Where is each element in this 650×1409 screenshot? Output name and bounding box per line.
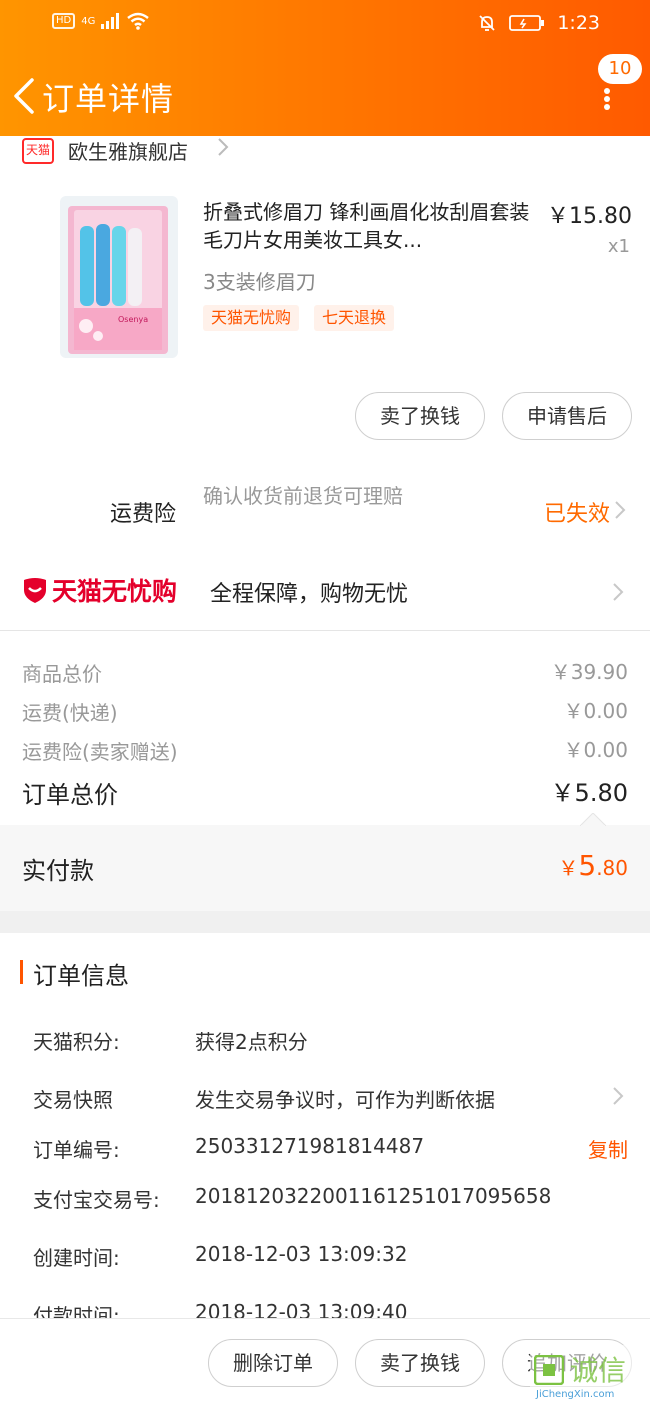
brand-label: Osenya (118, 315, 148, 324)
goods-total-label: 商品总价 (22, 662, 102, 686)
snapshot-label[interactable]: 交易快照 (33, 1084, 113, 1113)
worry-free-desc: 全程保障，购物无忧 (210, 582, 409, 607)
chevron-right-icon[interactable] (610, 1084, 626, 1108)
worry-free-row[interactable]: 天猫无忧购 全程保障，购物无忧 (0, 570, 650, 616)
points-value: 获得2点积分 (195, 1030, 308, 1054)
tmall-badge: 天猫 (22, 138, 54, 164)
order-total-label: 订单总价 (22, 781, 118, 809)
freight-insurance-status[interactable]: 已失效 (544, 496, 610, 528)
product-variant: 3支装修眉刀 (203, 270, 316, 294)
delete-order-button[interactable]: 删除订单 (208, 1339, 338, 1387)
tag-seven-day-return: 七天退换 (314, 305, 395, 331)
alipay-number-label: 支付宝交易号: (33, 1188, 160, 1212)
shop-row[interactable]: 天猫 欧生雅旗舰店 (0, 136, 650, 172)
goods-total-value: ￥39.90 (550, 660, 628, 684)
product-title[interactable]: 折叠式修眉刀 锋利画眉化妆刮眉套装毛刀片女用美妆工具女... (203, 198, 533, 254)
points-label: 天猫积分: (33, 1030, 120, 1054)
watermark: 诚信 JiChengXin.com (530, 1345, 650, 1409)
razor-pack-illustration: Osenya (68, 206, 168, 354)
nav-bar: 订单详情 10 (0, 54, 650, 130)
watermark-text: 诚信 (570, 1354, 627, 1387)
paid-value: ￥5.80 (558, 849, 628, 882)
page-title: 订单详情 (42, 80, 175, 118)
worry-free-name: 天猫无忧购 (52, 577, 178, 606)
paid-amount-box: 实付款 ￥5.80 (0, 813, 650, 911)
order-number-label: 订单编号: (33, 1138, 120, 1162)
pointer-triangle (580, 813, 606, 826)
clock: 1:23 (557, 12, 600, 34)
more-menu-icon[interactable] (604, 88, 612, 110)
section-separator (0, 911, 650, 933)
created-time-label: 创建时间: (33, 1246, 120, 1270)
copy-button[interactable]: 复制 (588, 1134, 628, 1163)
after-sale-button[interactable]: 申请售后 (502, 392, 632, 440)
product-price: ￥15.80 (547, 204, 632, 229)
status-left: HD 4G (52, 12, 150, 30)
insurance-fee-label: 运费险(卖家赠送) (22, 740, 178, 764)
freight-value: ￥0.00 (563, 699, 628, 723)
watermark-logo-icon (534, 1355, 564, 1385)
signal-icon (101, 13, 120, 29)
order-info-title: 订单信息 (33, 962, 129, 990)
sell-for-cash-button[interactable]: 卖了换钱 (355, 1339, 485, 1387)
sell-for-cash-button[interactable]: 卖了换钱 (355, 392, 485, 440)
section-accent-bar (20, 960, 23, 984)
back-arrow-icon[interactable] (10, 76, 40, 116)
snapshot-value[interactable]: 发生交易争议时，可作为判断依据 (195, 1084, 495, 1113)
paid-currency: ￥ (558, 856, 579, 880)
paid-decimal: .80 (596, 856, 628, 880)
message-count-badge[interactable]: 10 (598, 54, 642, 84)
status-bar: HD 4G 1:23 (0, 0, 650, 50)
paid-integer: 5 (578, 849, 597, 882)
chevron-right-icon (218, 138, 229, 156)
freight-insurance-desc: 确认收货前退货可理赔 (203, 484, 403, 508)
status-right: 1:23 (477, 12, 600, 34)
created-time-value: 2018-12-03 13:09:32 (195, 1242, 408, 1266)
network-label: 4G (81, 15, 96, 27)
freight-label: 运费(快递) (22, 701, 118, 725)
product-image[interactable]: Osenya (60, 196, 178, 358)
watermark-url: JiChengXin.com (536, 1389, 615, 1400)
alipay-number-value: 2018120322001161251017095658 (195, 1184, 552, 1208)
hd-badge: HD (52, 13, 76, 29)
chevron-right-icon (615, 501, 626, 519)
order-total-value: ￥5.80 (550, 779, 628, 807)
divider (0, 630, 650, 631)
paid-label: 实付款 (22, 857, 94, 885)
insurance-fee-value: ￥0.00 (563, 738, 628, 762)
app-header: HD 4G 1:23 订单详情 10 (0, 0, 650, 136)
order-number-value: 250331271981814487 (195, 1134, 425, 1158)
bottom-action-bar: 删除订单 卖了换钱 追加评价 诚信 JiChengXin.com (0, 1318, 650, 1409)
freight-insurance-label: 运费险 (110, 502, 177, 527)
battery-icon (509, 15, 545, 31)
wifi-icon (127, 12, 150, 30)
shop-name[interactable]: 欧生雅旗舰店 (68, 136, 188, 165)
chevron-right-icon (613, 583, 624, 601)
tmall-shield-icon (24, 578, 46, 603)
product-qty: x1 (607, 236, 630, 257)
mute-bell-icon (479, 15, 495, 31)
tag-worry-free: 天猫无忧购 (203, 305, 300, 331)
